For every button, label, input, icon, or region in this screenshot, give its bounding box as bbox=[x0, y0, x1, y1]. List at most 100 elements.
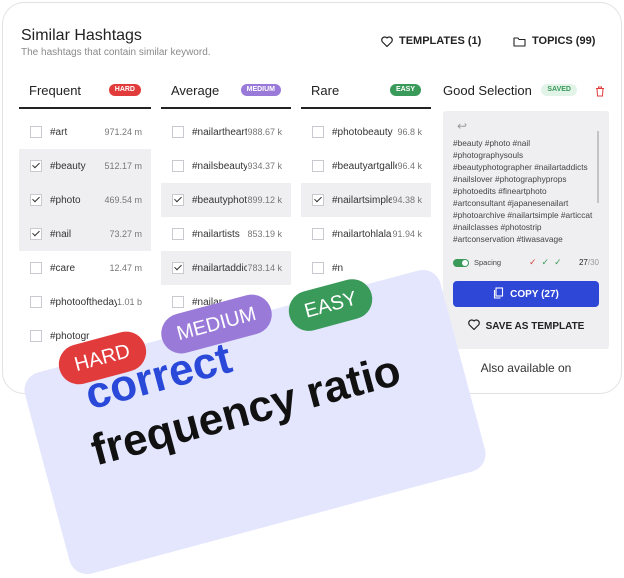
copy-button[interactable]: COPY (27) bbox=[453, 281, 599, 307]
check-icons: ✓✓✓ bbox=[529, 257, 567, 267]
checkbox[interactable] bbox=[30, 228, 42, 240]
list-item[interactable]: #nailartaddicts783.14 k bbox=[161, 251, 291, 285]
tags-line: #artconservation #tiwasavage bbox=[453, 234, 563, 244]
checkbox[interactable] bbox=[30, 262, 42, 274]
page-title: Similar Hashtags bbox=[21, 27, 142, 44]
checkbox[interactable] bbox=[312, 228, 324, 240]
hashtag-count: 988.67 k bbox=[247, 127, 282, 137]
selection-box[interactable]: ↩ #beauty #photo #nail #photographysouls… bbox=[443, 111, 609, 349]
checkbox[interactable] bbox=[312, 126, 324, 138]
tags-line: #nailclasses #photostrip bbox=[453, 222, 542, 232]
list-item[interactable]: #care 12.47 m bbox=[19, 251, 151, 285]
column-header-average[interactable]: Average MEDIUM bbox=[161, 81, 291, 109]
topics-button[interactable]: TOPICS (99) bbox=[513, 35, 595, 47]
checkbox[interactable] bbox=[172, 194, 184, 206]
saved-badge: SAVED bbox=[541, 84, 577, 96]
count-total: /30 bbox=[587, 258, 599, 267]
list-item[interactable]: #art 971.24 m bbox=[19, 115, 151, 149]
hashtag-count: 469.54 m bbox=[104, 195, 142, 205]
copy-icon bbox=[493, 286, 504, 302]
hashtag-label: #care bbox=[50, 262, 76, 274]
list-item[interactable]: #photo 469.54 m bbox=[19, 183, 151, 217]
hashtag-count: 12.47 m bbox=[109, 263, 142, 273]
list-item[interactable]: #nailsbeauty 934.37 k bbox=[161, 149, 291, 183]
hashtag-count: 934.37 k bbox=[247, 161, 282, 171]
hashtag-label: #photobeauty bbox=[332, 126, 393, 138]
count-value: 27 bbox=[578, 258, 588, 267]
hashtag-count: 91.94 k bbox=[392, 229, 422, 239]
tags-line: #beautyphotographer #nailartaddicts bbox=[453, 162, 588, 172]
list-item[interactable]: #nailartohlala 91.94 k bbox=[301, 217, 431, 251]
topics-label: TOPICS (99) bbox=[532, 35, 596, 47]
selection-counter: 27/30 bbox=[579, 258, 599, 267]
hashtag-count: 971.24 m bbox=[104, 127, 142, 137]
hashtag-label: #beautyphotography bbox=[192, 194, 248, 206]
scrollbar[interactable] bbox=[597, 131, 599, 203]
checkbox[interactable] bbox=[30, 126, 42, 138]
trash-icon[interactable] bbox=[595, 84, 605, 102]
list-item[interactable]: #nail 73.27 m bbox=[19, 217, 151, 251]
templates-button[interactable]: TEMPLATES (1) bbox=[381, 35, 481, 47]
frequent-list: #art 971.24 m #beauty 512.17 m #photo 469.5… bbox=[19, 115, 151, 353]
hashtag-label: #nailartists bbox=[192, 228, 240, 240]
tags-line: #nailslover #photographyprops bbox=[453, 174, 567, 184]
tags-line: #artconsultant #japanesenailart bbox=[453, 198, 569, 208]
hashtag-label: #nailsbeauty bbox=[192, 160, 248, 172]
hashtag-count: 783.14 k bbox=[247, 263, 282, 273]
hashtag-label: #beautyartgallery bbox=[332, 160, 397, 172]
hashtag-label: #nail bbox=[50, 228, 72, 240]
tags-line: #photoedits #fineartphoto bbox=[453, 186, 547, 196]
checkbox[interactable] bbox=[30, 296, 42, 308]
column-header-rare[interactable]: Rare EASY bbox=[301, 81, 431, 109]
undo-icon[interactable]: ↩ bbox=[457, 119, 467, 133]
checkbox[interactable] bbox=[30, 194, 42, 206]
checkbox[interactable] bbox=[172, 262, 184, 274]
list-item[interactable]: #beautyartgallery96.4 k bbox=[301, 149, 431, 183]
selected-tags-text[interactable]: #beauty #photo #nail #photographysouls #… bbox=[453, 137, 601, 245]
checkbox[interactable] bbox=[312, 262, 324, 274]
save-as-template-button[interactable]: SAVE AS TEMPLATE bbox=[453, 319, 599, 333]
hashtag-label: #nailartsimple bbox=[332, 194, 393, 206]
templates-label: TEMPLATES (1) bbox=[399, 35, 482, 47]
checkbox[interactable] bbox=[172, 228, 184, 240]
hashtag-label: #n bbox=[332, 262, 344, 274]
hashtag-count: 94.38 k bbox=[392, 195, 422, 205]
heart-icon bbox=[381, 35, 393, 47]
hashtag-count: 899.12 k bbox=[247, 195, 282, 205]
hashtag-count: 96.4 k bbox=[397, 161, 422, 171]
also-available-text: Also available on bbox=[480, 361, 572, 375]
hashtag-label: #photo bbox=[50, 194, 81, 206]
checkbox[interactable] bbox=[312, 194, 324, 206]
copy-label: COPY (27) bbox=[510, 288, 559, 300]
checkbox[interactable] bbox=[172, 160, 184, 172]
hashtag-label: #nailartaddicts bbox=[192, 262, 247, 274]
average-list: #nailarthearts 988.67 k #nailsbeauty 934.3… bbox=[161, 115, 291, 319]
list-item[interactable]: #photobeauty 96.8 k bbox=[301, 115, 431, 149]
checkbox[interactable] bbox=[30, 160, 42, 172]
hashtag-count: 73.27 m bbox=[109, 229, 142, 239]
tags-line: #beauty #photo #nail bbox=[453, 138, 531, 148]
list-item[interactable]: #beautyphotography899.12 k bbox=[161, 183, 291, 217]
good-selection-header: Good Selection SAVED bbox=[443, 81, 611, 109]
checkbox[interactable] bbox=[30, 330, 42, 342]
hashtag-label: #art bbox=[50, 126, 68, 138]
column-label: Frequent bbox=[29, 83, 82, 98]
hard-badge: HARD bbox=[108, 84, 141, 96]
column-header-frequent[interactable]: Frequent HARD bbox=[19, 81, 151, 109]
page-subtitle: The hashtags that contain similar keywor… bbox=[21, 47, 211, 58]
list-item[interactable]: #photooftheday 1.01 b bbox=[19, 285, 151, 319]
heart-icon bbox=[467, 319, 480, 333]
list-item[interactable]: #nailarthearts 988.67 k bbox=[161, 115, 291, 149]
hashtag-label: #beauty bbox=[50, 160, 86, 172]
column-label: Average bbox=[171, 83, 220, 98]
list-item[interactable]: #nailartsimple 94.38 k bbox=[301, 183, 431, 217]
hashtag-count: 1.01 b bbox=[116, 297, 142, 307]
checkbox[interactable] bbox=[312, 160, 324, 172]
tags-line: #photoarchive #nailartsimple #articcat bbox=[453, 210, 593, 220]
list-item[interactable]: #nailartists 853.19 k bbox=[161, 217, 291, 251]
checkbox[interactable] bbox=[172, 126, 184, 138]
spacing-toggle[interactable] bbox=[453, 259, 469, 267]
list-item[interactable]: #beauty 512.17 m bbox=[19, 149, 151, 183]
folder-icon bbox=[513, 36, 526, 47]
checkbox[interactable] bbox=[172, 296, 184, 308]
